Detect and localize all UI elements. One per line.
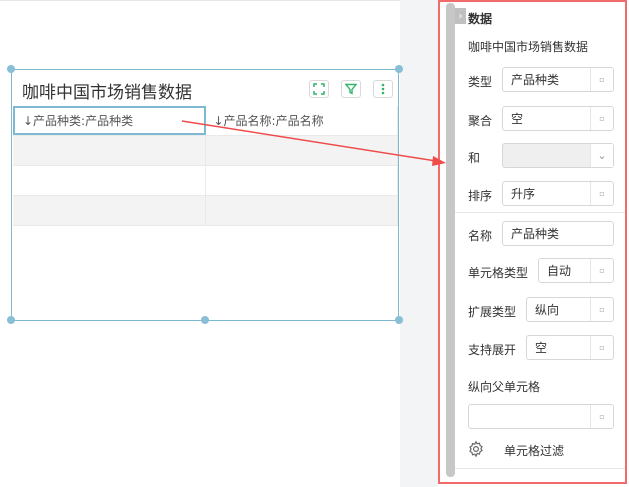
- parent-cell-select[interactable]: ▫: [468, 404, 614, 429]
- support-expand-select[interactable]: 空 ▫: [526, 335, 614, 360]
- expand-icon: [313, 83, 325, 95]
- dataset-name: 咖啡中国市场销售数据: [468, 40, 589, 54]
- collapse-panel-button[interactable]: ›: [455, 8, 466, 24]
- table-cell[interactable]: [206, 166, 398, 195]
- chevron-down-icon: ⌄: [590, 144, 613, 167]
- section-divider: [455, 468, 625, 469]
- expand-type-value: 纵向: [535, 303, 560, 317]
- panel-scrollbar[interactable]: [446, 3, 455, 477]
- sort-select[interactable]: 升序 ▫: [502, 181, 614, 206]
- sort-label: 排序: [468, 189, 493, 203]
- dropdown-arrow-icon: ▫: [590, 182, 613, 205]
- column-header-product-category[interactable]: ↓产品种类:产品种类: [13, 106, 206, 135]
- gear-icon[interactable]: [467, 440, 485, 458]
- more-options-button[interactable]: [373, 80, 393, 98]
- resize-handle-bottom-right[interactable]: [395, 316, 403, 324]
- dropdown-arrow-icon: ▫: [590, 336, 613, 359]
- table-cell[interactable]: [13, 196, 206, 225]
- filter-button[interactable]: [341, 80, 361, 98]
- dropdown-arrow-icon: ▫: [590, 107, 613, 130]
- column-header-product-name[interactable]: ↓产品名称:产品名称: [206, 106, 398, 135]
- sort-value: 升序: [511, 187, 536, 201]
- expand-type-select[interactable]: 纵向 ▫: [526, 297, 614, 322]
- dropdown-arrow-icon: ▫: [590, 259, 613, 282]
- section-divider: [455, 212, 625, 213]
- resize-handle-top-right[interactable]: [395, 65, 403, 73]
- fullscreen-button[interactable]: [309, 80, 329, 98]
- type-label: 类型: [468, 75, 493, 89]
- table-row: [13, 166, 398, 196]
- dropdown-arrow-icon: ▫: [590, 298, 613, 321]
- table-cell[interactable]: [13, 166, 206, 195]
- widget-title: 咖啡中国市场销售数据: [22, 83, 192, 103]
- table-row: [13, 136, 398, 166]
- data-grid: ↓产品种类:产品种类 ↓产品名称:产品名称: [13, 106, 398, 226]
- name-label: 名称: [468, 229, 493, 243]
- resize-handle-top-left[interactable]: [7, 65, 15, 73]
- filter-icon: [345, 83, 357, 95]
- chevron-right-icon: ›: [458, 10, 463, 22]
- cell-filter-link[interactable]: 单元格过滤: [504, 442, 564, 459]
- cell-type-value: 自动: [547, 264, 572, 278]
- support-expand-label: 支持展开: [468, 343, 517, 357]
- resize-handle-bottom-left[interactable]: [7, 316, 15, 324]
- panel-heading: 数据: [468, 12, 493, 26]
- name-input[interactable]: 产品种类: [502, 221, 614, 246]
- support-expand-value: 空: [535, 341, 548, 355]
- aggregate-label: 聚合: [468, 114, 493, 128]
- cell-type-label: 单元格类型: [468, 266, 529, 280]
- aggregate-value: 空: [511, 112, 524, 126]
- table-cell[interactable]: [206, 136, 398, 165]
- type-select[interactable]: 产品种类 ▫: [502, 67, 614, 92]
- dropdown-arrow-icon: ▫: [590, 405, 613, 428]
- table-widget[interactable]: 咖啡中国市场销售数据 ↓产品种类:产品种类 ↓产品名称:产品名称: [11, 69, 399, 321]
- cell-type-select[interactable]: 自动 ▫: [538, 258, 614, 283]
- sum-select: ⌄: [502, 143, 614, 168]
- name-value: 产品种类: [511, 227, 560, 241]
- table-cell[interactable]: [13, 136, 206, 165]
- expand-type-label: 扩展类型: [468, 305, 517, 319]
- dropdown-arrow-icon: ▫: [590, 68, 613, 91]
- parent-cell-label: 纵向父单元格: [468, 380, 541, 394]
- canvas-gutter: [400, 0, 438, 487]
- more-vertical-icon: [381, 83, 385, 95]
- table-cell[interactable]: [206, 196, 398, 225]
- resize-handle-bottom-center[interactable]: [201, 316, 209, 324]
- table-header-row: ↓产品种类:产品种类 ↓产品名称:产品名称: [13, 106, 398, 136]
- table-row: [13, 196, 398, 226]
- type-value: 产品种类: [511, 73, 560, 87]
- sum-label: 和: [468, 151, 481, 165]
- aggregate-select[interactable]: 空 ▫: [502, 106, 614, 131]
